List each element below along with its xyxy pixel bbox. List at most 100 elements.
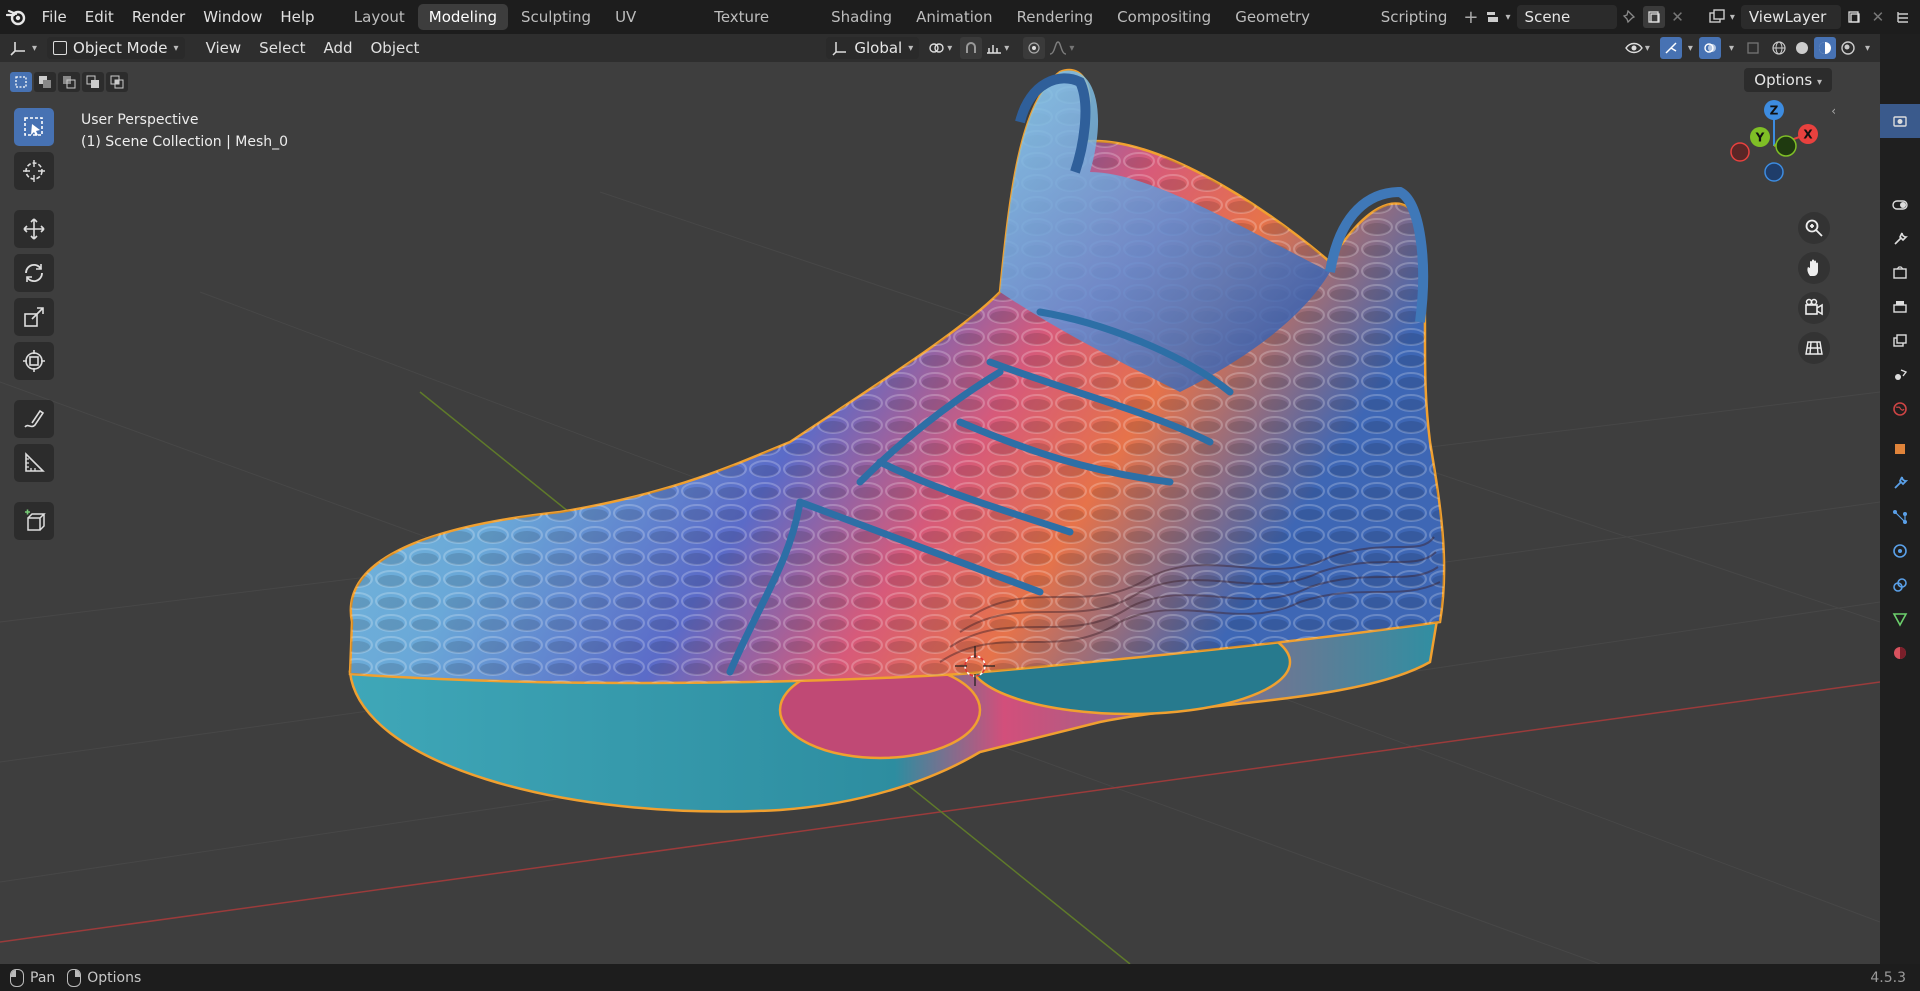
tool-settings-icon[interactable] — [1880, 188, 1920, 222]
camera-view-icon[interactable] — [1798, 292, 1830, 324]
transform-tool-icon[interactable] — [14, 342, 54, 380]
add-cube-tool-icon[interactable] — [14, 502, 54, 540]
scale-tool-icon[interactable] — [14, 298, 54, 336]
viewlayer-name-field[interactable]: ViewLayer — [1740, 5, 1841, 29]
3d-viewport[interactable]: User Perspective (1) Scene Collection | … — [0, 62, 1880, 964]
rotate-tool-icon[interactable] — [14, 254, 54, 292]
rendered-shading-icon[interactable] — [1837, 37, 1859, 59]
solid-shading-icon[interactable] — [1791, 37, 1813, 59]
menu-help[interactable]: Help — [271, 0, 323, 34]
tab-animation[interactable]: Animation — [905, 4, 1003, 30]
physics-properties-icon[interactable] — [1880, 534, 1920, 568]
chevron-down-icon: ▾ — [1816, 77, 1822, 88]
xray-toggle-icon[interactable] — [1742, 37, 1764, 59]
selection-mode-buttons — [10, 72, 128, 92]
options-label: Options — [1754, 71, 1813, 89]
tab-geometry-nodes[interactable]: Geometry Nodes — [1224, 4, 1367, 52]
particles-properties-icon[interactable] — [1880, 500, 1920, 534]
snap-toggle-icon[interactable] — [960, 37, 983, 59]
add-workspace-button[interactable]: + — [1460, 7, 1481, 28]
viewport-scene — [0, 68, 1880, 964]
pan-hand-icon[interactable] — [1798, 252, 1830, 284]
material-properties-icon[interactable] — [1880, 636, 1920, 670]
material-preview-shading-icon[interactable] — [1813, 37, 1836, 59]
wrench-tool-icon[interactable] — [1880, 222, 1920, 256]
menu-add[interactable]: Add — [314, 39, 361, 57]
scene-properties-icon[interactable] — [1880, 358, 1920, 392]
cursor-tool-icon[interactable] — [14, 152, 54, 190]
render-properties-icon[interactable] — [1880, 256, 1920, 290]
proportional-editing-icon[interactable] — [1023, 37, 1046, 59]
modifier-properties-icon[interactable] — [1880, 466, 1920, 500]
wireframe-shading-icon[interactable] — [1768, 37, 1790, 59]
select-intersect-icon[interactable] — [106, 72, 128, 92]
tab-compositing[interactable]: Compositing — [1106, 4, 1222, 30]
move-tool-icon[interactable] — [14, 210, 54, 248]
tool-shelf — [11, 108, 57, 540]
tab-uv-editing[interactable]: UV Editing — [604, 4, 701, 52]
select-new-icon[interactable] — [10, 72, 32, 92]
falloff-dropdown[interactable]: ▾ — [1049, 41, 1074, 55]
select-extend-icon[interactable] — [34, 72, 56, 92]
select-box-tool-icon[interactable] — [14, 108, 54, 146]
zoom-icon[interactable] — [1798, 212, 1830, 244]
blender-logo-icon[interactable] — [0, 0, 33, 34]
tab-texture-paint[interactable]: Texture Paint — [703, 4, 818, 52]
version-label: 4.5.3 — [1870, 969, 1906, 986]
render-layers-icon — [1706, 6, 1728, 28]
scene-name-field[interactable]: Scene — [1516, 5, 1617, 29]
new-scene-icon[interactable] — [1642, 6, 1665, 28]
viewport-options-button[interactable]: Options ▾ — [1744, 68, 1832, 92]
select-invert-icon[interactable] — [82, 72, 104, 92]
visibility-dropdown[interactable]: ▾ — [1625, 41, 1650, 55]
viewport-info: User Perspective (1) Scene Collection | … — [81, 109, 288, 153]
menu-object[interactable]: Object — [362, 39, 429, 57]
tab-rendering[interactable]: Rendering — [1006, 4, 1105, 30]
pivot-point-dropdown[interactable]: ▾ — [927, 40, 952, 56]
chevron-down-icon[interactable]: ▾ — [1688, 43, 1693, 54]
annotate-tool-icon[interactable] — [14, 400, 54, 438]
tab-layout[interactable]: Layout — [343, 4, 416, 30]
chevron-down-icon: ▾ — [1505, 11, 1511, 23]
overlays-toggle-icon[interactable] — [1698, 37, 1721, 59]
outliner-icon[interactable] — [1893, 6, 1914, 28]
chevron-down-icon: ▾ — [908, 42, 914, 54]
mode-dropdown[interactable]: Object Mode ▾ — [47, 37, 185, 59]
menu-select[interactable]: Select — [250, 39, 314, 57]
menu-edit[interactable]: Edit — [76, 0, 123, 34]
gizmo-y-label: Y — [1755, 131, 1765, 145]
gizmo-toggle-icon[interactable] — [1659, 37, 1682, 59]
delete-scene-icon[interactable]: ✕ — [1667, 6, 1689, 28]
tab-scripting[interactable]: Scripting — [1370, 4, 1459, 30]
delete-viewlayer-icon[interactable]: ✕ — [1867, 6, 1889, 28]
pin-icon[interactable] — [1619, 6, 1641, 28]
new-viewlayer-icon[interactable] — [1843, 6, 1865, 28]
orientation-icon — [832, 42, 847, 56]
menu-view[interactable]: View — [197, 39, 251, 57]
orthographic-grid-icon[interactable] — [1798, 332, 1830, 364]
tab-modeling[interactable]: Modeling — [417, 4, 509, 30]
tab-shading[interactable]: Shading — [820, 4, 903, 30]
transform-orientation-dropdown[interactable]: Global ▾ — [826, 37, 920, 59]
viewlayer-selector[interactable]: ▾ ViewLayer ✕ — [1706, 5, 1889, 29]
menu-render[interactable]: Render — [123, 0, 194, 34]
snap-target-dropdown[interactable]: ▾ — [986, 41, 1009, 55]
select-subtract-icon[interactable] — [58, 72, 80, 92]
object-properties-icon[interactable] — [1880, 432, 1920, 466]
measure-tool-icon[interactable] — [14, 444, 54, 482]
menu-window[interactable]: Window — [194, 0, 271, 34]
tab-sculpting[interactable]: Sculpting — [510, 4, 602, 30]
data-properties-icon[interactable] — [1880, 602, 1920, 636]
navigation-gizmo[interactable]: Z Y X — [1722, 90, 1832, 200]
tool-properties-icon[interactable] — [1880, 104, 1920, 138]
scene-selector[interactable]: ▾ Scene ✕ — [1482, 5, 1689, 29]
world-properties-icon[interactable] — [1880, 392, 1920, 426]
chevron-down-icon: ▾ — [1644, 42, 1650, 54]
constraints-properties-icon[interactable] — [1880, 568, 1920, 602]
output-properties-icon[interactable] — [1880, 290, 1920, 324]
chevron-down-icon[interactable]: ▾ — [1865, 43, 1870, 54]
chevron-down-icon[interactable]: ▾ — [1729, 43, 1734, 54]
menu-file[interactable]: File — [33, 0, 76, 34]
editor-type-dropdown[interactable]: ▾ — [10, 40, 37, 56]
view-layer-properties-icon[interactable] — [1880, 324, 1920, 358]
